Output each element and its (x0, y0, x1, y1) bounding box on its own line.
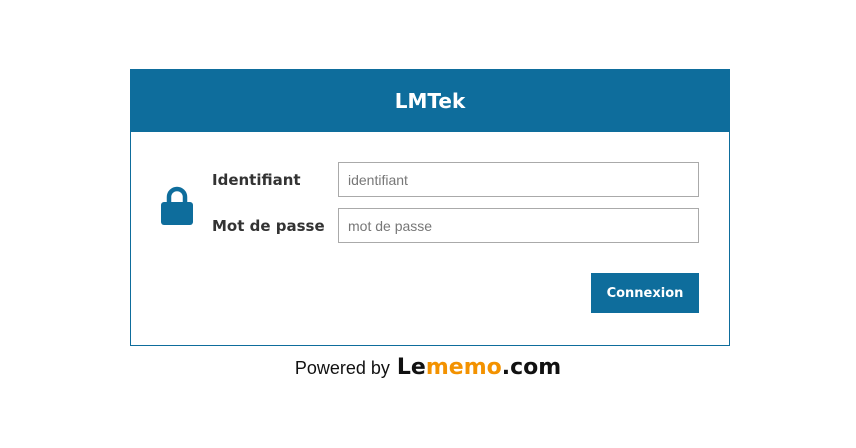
card-header: LMTek (131, 70, 729, 132)
password-input[interactable] (338, 208, 699, 243)
app-title: LMTek (394, 89, 466, 113)
password-label: Mot de passe (212, 217, 325, 235)
username-input[interactable] (338, 162, 699, 197)
username-label: Identifiant (212, 171, 301, 189)
brand-part-memo: memo (425, 355, 502, 380)
powered-by-text: Powered by (294, 358, 390, 378)
lememo-link[interactable]: Lememo.com (397, 355, 561, 380)
lock-icon (161, 186, 193, 225)
brand-part-com: .com (501, 355, 562, 380)
login-card: LMTek Identifiant Mot de passe Connexion (130, 69, 730, 346)
powered-by-footer: Powered by Lememo.com (0, 355, 856, 380)
connexion-button[interactable]: Connexion (591, 273, 699, 313)
brand-part-le: Le (396, 355, 426, 380)
